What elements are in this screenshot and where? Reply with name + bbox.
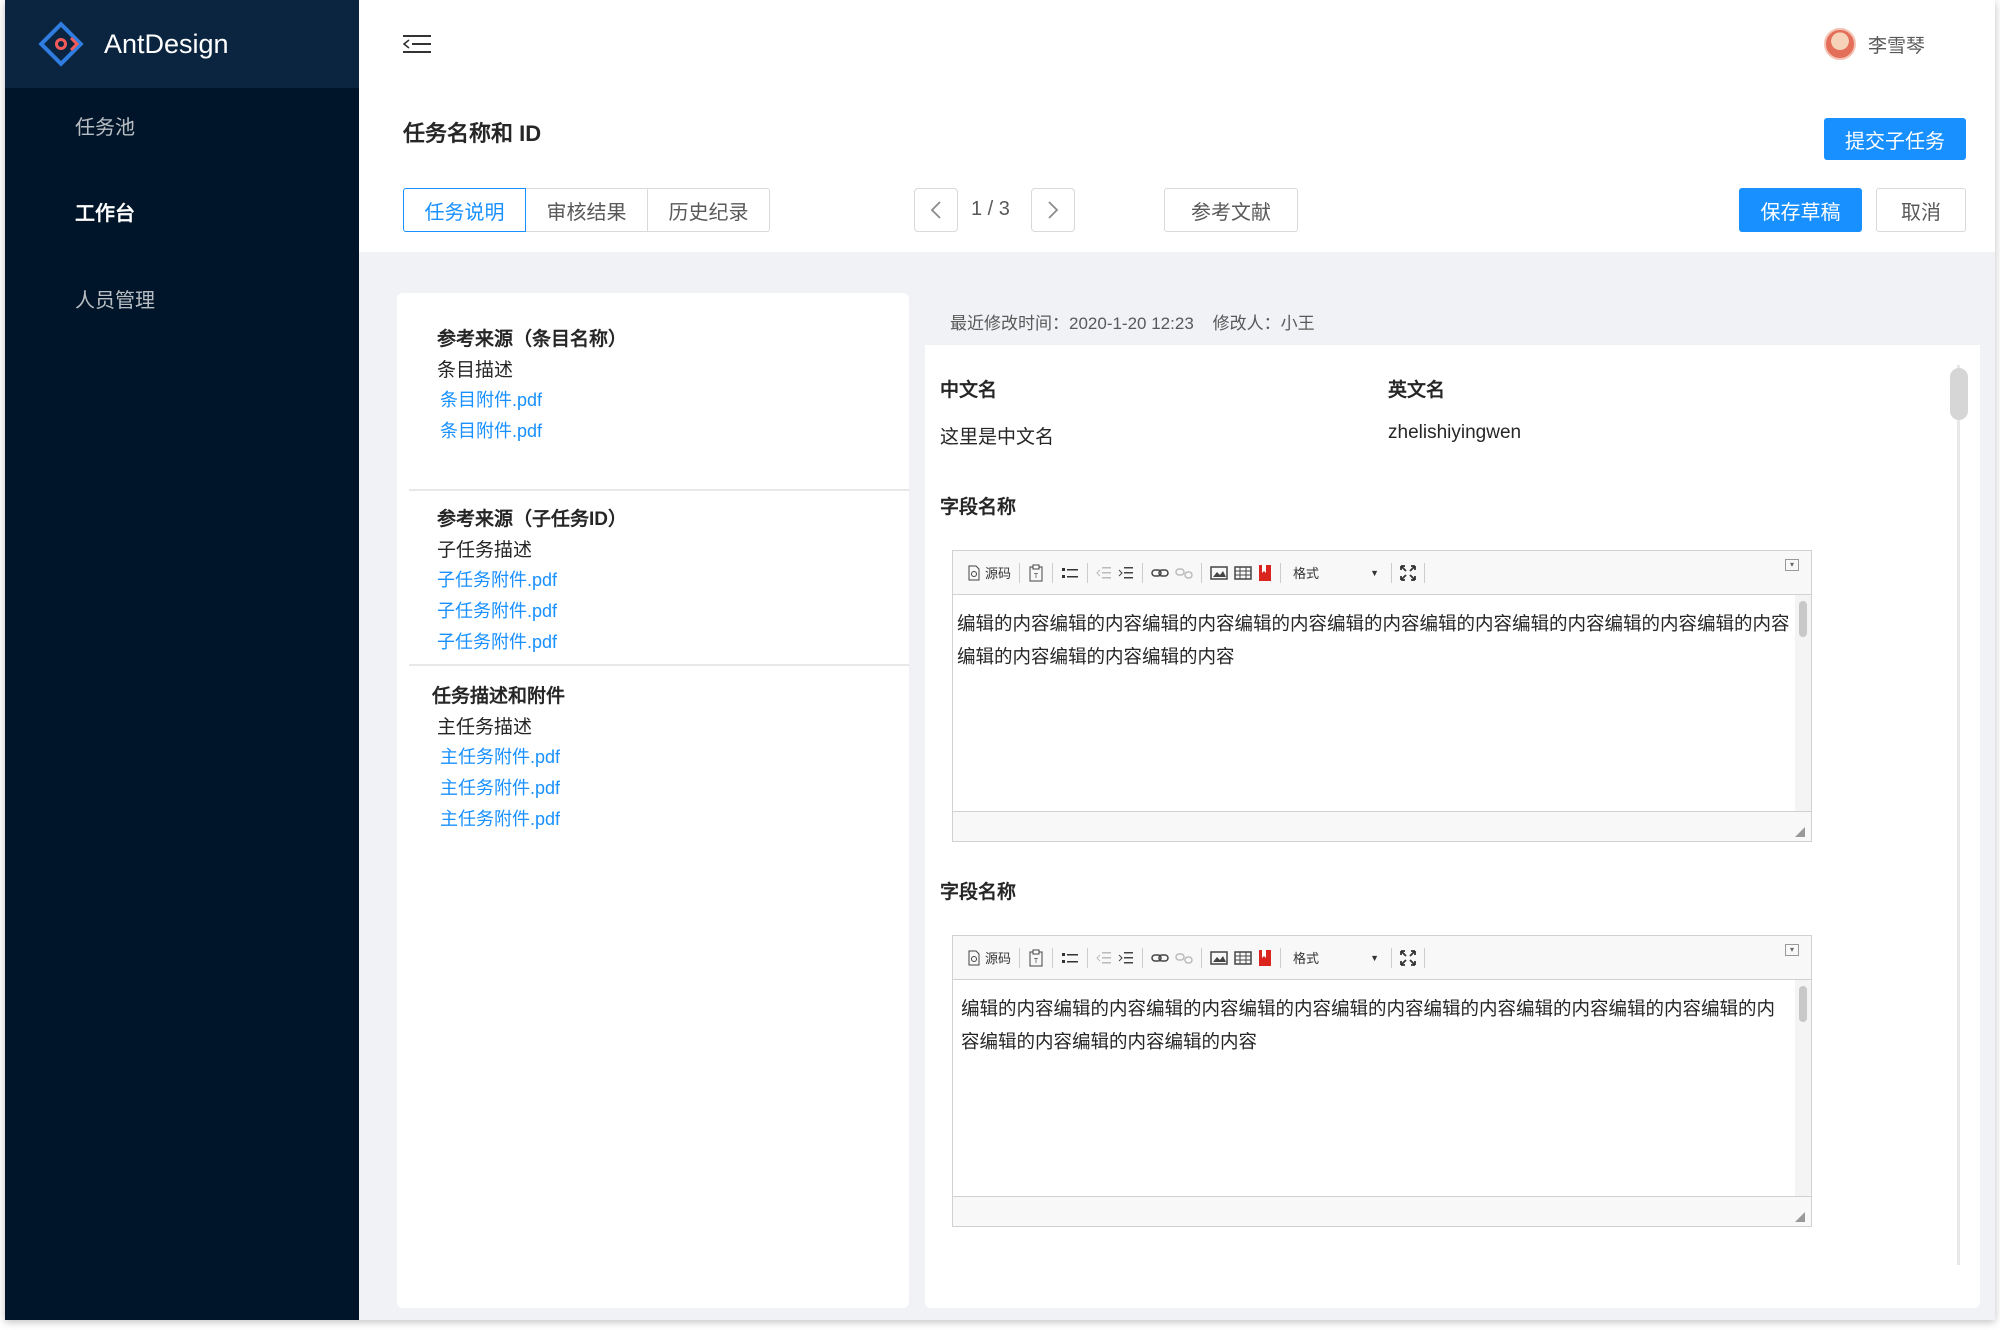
reference-button[interactable]: 参考文献 <box>1164 188 1298 232</box>
reference-title: 任务描述和附件 <box>432 686 566 707</box>
field-label: 字段名称 <box>940 882 1017 903</box>
brand-name: AntDesign <box>104 28 229 59</box>
divider <box>409 664 909 666</box>
attachment-link[interactable]: 子任务附件.pdf <box>437 566 557 592</box>
en-name-value: zhelishiyingwen <box>1388 422 1522 443</box>
user-menu[interactable]: 李雪琴 <box>1823 28 1925 60</box>
edit-panel: 最近修改时间：2020-1-20 12:23 修改人：小王 中文名 这里是中文名… <box>925 293 1980 1308</box>
resize-handle-icon[interactable] <box>1795 827 1805 837</box>
editor-scrollbar[interactable] <box>1795 980 1811 1196</box>
scrollbar[interactable] <box>1950 368 1968 420</box>
attachment-link[interactable]: 子任务附件.pdf <box>437 628 557 654</box>
submit-subtask-button[interactable]: 提交子任务 <box>1824 118 1966 160</box>
meta-bar: 最近修改时间：2020-1-20 12:23 修改人：小王 <box>925 293 1980 345</box>
toolbar-collapse-icon[interactable]: ▾ <box>1785 559 1799 571</box>
user-name: 李雪琴 <box>1867 35 1925 57</box>
attachment-link[interactable]: 主任务附件.pdf <box>440 805 560 831</box>
bulleted-list-icon[interactable] <box>1061 561 1079 585</box>
cn-name-label: 中文名 <box>940 380 998 401</box>
attachment-link[interactable]: 子任务附件.pdf <box>437 597 557 623</box>
attachment-link[interactable]: 主任务附件.pdf <box>440 774 560 800</box>
resize-handle-icon[interactable] <box>1795 1212 1805 1222</box>
format-select[interactable]: 格式 ▼ <box>1289 946 1383 970</box>
sidebar-item-workbench[interactable]: 工作台 <box>75 197 135 226</box>
maximize-icon[interactable] <box>1400 561 1416 585</box>
attachment-link[interactable]: 条目附件.pdf <box>440 386 542 412</box>
indent-icon[interactable] <box>1118 561 1134 585</box>
sidebar-item-people[interactable]: 人员管理 <box>75 284 155 313</box>
source-icon <box>968 565 980 580</box>
menu-fold-icon[interactable] <box>403 34 431 56</box>
maximize-icon[interactable] <box>1400 946 1416 970</box>
attachment-link[interactable]: 条目附件.pdf <box>440 417 542 443</box>
editor-footer <box>953 811 1811 841</box>
unlink-icon[interactable] <box>1175 561 1193 585</box>
image-icon[interactable] <box>1210 946 1228 970</box>
rich-text-editor: 源码 T 格式 ▼ ▾ 编辑的内容编辑的内容编辑的内容编辑的内容编辑的内容编辑的… <box>952 935 1812 1227</box>
format-label: 格式 <box>1293 951 1320 966</box>
outdent-icon[interactable] <box>1096 561 1112 585</box>
image-icon[interactable] <box>1210 561 1228 585</box>
en-name-label: 英文名 <box>1388 380 1446 401</box>
attachment-link[interactable]: 主任务附件.pdf <box>440 743 560 769</box>
cancel-button[interactable]: 取消 <box>1876 188 1966 232</box>
tab-history[interactable]: 历史纪录 <box>647 188 770 232</box>
toolbar-collapse-icon[interactable]: ▾ <box>1785 944 1799 956</box>
source-label: 源码 <box>985 566 1012 581</box>
rich-text-editor: 源码 T 格式 ▼ ▾ 编辑的内容编辑的内容编辑的内容编辑的内容编辑的内容编辑的… <box>952 550 1812 842</box>
reference-description: 子任务描述 <box>437 540 533 561</box>
bookmark-icon[interactable] <box>1258 946 1272 970</box>
page-title: 任务名称和 ID <box>403 121 542 146</box>
bulleted-list-icon[interactable] <box>1061 946 1079 970</box>
reference-description: 条目描述 <box>437 360 514 381</box>
reference-panel: 参考来源（条目名称） 条目描述 条目附件.pdf 条目附件.pdf 参考来源（子… <box>397 293 909 1308</box>
link-icon[interactable] <box>1151 946 1169 970</box>
reference-title: 参考来源（条目名称） <box>437 329 628 350</box>
link-icon[interactable] <box>1151 561 1169 585</box>
field-label: 字段名称 <box>940 497 1017 518</box>
paste-text-icon[interactable]: T <box>1028 946 1044 970</box>
sidebar-item-task-pool[interactable]: 任务池 <box>75 111 135 140</box>
paste-text-icon[interactable]: T <box>1028 561 1044 585</box>
table-icon[interactable] <box>1234 946 1252 970</box>
source-button[interactable]: 源码 <box>967 946 1011 970</box>
reference-title: 参考来源（子任务ID） <box>437 509 628 530</box>
indent-icon[interactable] <box>1118 946 1134 970</box>
divider <box>409 489 909 491</box>
tab-task-description[interactable]: 任务说明 <box>403 188 526 232</box>
bookmark-icon[interactable] <box>1258 561 1272 585</box>
editor-toolbar: 源码 T 格式 ▼ <box>953 936 1811 980</box>
svg-text:T: T <box>1034 573 1039 580</box>
header: 李雪琴 任务名称和 ID 提交子任务 任务说明 审核结果 历史纪录 1 / 3 … <box>359 0 1995 252</box>
tab-review-result[interactable]: 审核结果 <box>525 188 648 232</box>
avatar <box>1823 28 1856 60</box>
editor-footer <box>953 1196 1811 1226</box>
editor-toolbar: 源码 T 格式 ▼ <box>953 551 1811 595</box>
source-icon <box>968 950 980 965</box>
outdent-icon[interactable] <box>1096 946 1112 970</box>
chevron-right-icon[interactable] <box>1031 188 1075 232</box>
reference-description: 主任务描述 <box>437 717 533 738</box>
logo-bar[interactable]: AntDesign <box>5 0 359 88</box>
chevron-left-icon[interactable] <box>914 188 958 232</box>
tab-group: 任务说明 审核结果 历史纪录 <box>403 188 770 232</box>
table-icon[interactable] <box>1234 561 1252 585</box>
cn-name-value: 这里是中文名 <box>940 427 1055 448</box>
format-label: 格式 <box>1293 566 1320 581</box>
scrollbar-track <box>1957 365 1960 1265</box>
logo-icon <box>38 21 84 67</box>
format-select[interactable]: 格式 ▼ <box>1289 561 1383 585</box>
app-frame: AntDesign 任务池 工作台 人员管理 李雪琴 任务名称和 ID 提交子任… <box>5 0 1995 1320</box>
sidebar: AntDesign 任务池 工作台 人员管理 <box>5 0 359 1320</box>
save-draft-button[interactable]: 保存草稿 <box>1739 188 1862 232</box>
editor-content[interactable]: 编辑的内容编辑的内容编辑的内容编辑的内容编辑的内容编辑的内容编辑的内容编辑的内容… <box>953 980 1795 1196</box>
last-modified-text: 最近修改时间：2020-1-20 12:23 修改人：小王 <box>950 314 1315 333</box>
source-button[interactable]: 源码 <box>967 561 1011 585</box>
pager-text: 1 / 3 <box>971 198 1010 220</box>
unlink-icon[interactable] <box>1175 946 1193 970</box>
source-label: 源码 <box>985 951 1012 966</box>
editor-content[interactable]: 编辑的内容编辑的内容编辑的内容编辑的内容编辑的内容编辑的内容编辑的内容编辑的内容… <box>953 595 1795 811</box>
editor-scrollbar[interactable] <box>1795 595 1811 811</box>
svg-text:T: T <box>1034 958 1039 965</box>
